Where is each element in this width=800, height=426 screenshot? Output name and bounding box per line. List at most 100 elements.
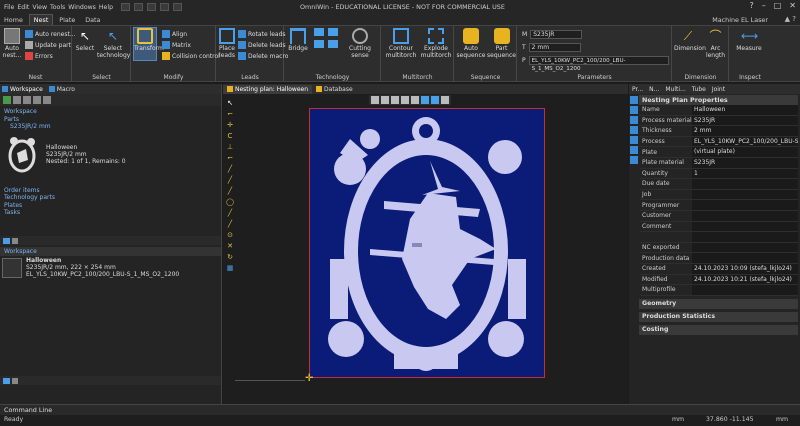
matrix-button[interactable]: Matrix: [162, 41, 191, 49]
zoom-fit-icon[interactable]: [381, 96, 389, 104]
grid-view-icon-2[interactable]: [3, 377, 10, 384]
property-value[interactable]: Halloween: [692, 105, 798, 115]
nesting-canvas[interactable]: [309, 108, 545, 378]
property-value[interactable]: 24.10.2023 10:09 (stefa_lkjlo24): [692, 263, 798, 274]
slash-icon-2[interactable]: ╱: [225, 219, 235, 229]
slash-icon[interactable]: ╱: [225, 208, 235, 218]
property-value[interactable]: [692, 179, 798, 189]
remove-icon[interactable]: [23, 96, 31, 104]
line-tool-icon-3[interactable]: ╱: [225, 186, 235, 196]
circle-icon[interactable]: ◯: [225, 197, 235, 207]
property-value[interactable]: EL_YLS_10KW_PC2_100/200_LBU-S_1_MS: [692, 136, 798, 147]
select-button[interactable]: ↖ Select: [75, 28, 95, 52]
auto-sequence-button[interactable]: Auto sequence: [456, 28, 486, 59]
refresh-icon[interactable]: [3, 96, 11, 104]
tab-tube[interactable]: Tube: [692, 86, 706, 93]
zoom-icon[interactable]: [371, 96, 379, 104]
minimize-icon[interactable]: –: [762, 1, 766, 10]
menu-file[interactable]: File: [4, 4, 14, 11]
grid-tool-icon[interactable]: ▦: [225, 263, 235, 273]
property-row[interactable]: Modified 24.10.2023 10:21 (stefa_lkjlo24): [639, 274, 798, 286]
property-row[interactable]: Plate (virtual plate): [639, 147, 798, 158]
corner-icon[interactable]: ⌐: [225, 153, 235, 163]
grid-view-icon[interactable]: [3, 237, 10, 244]
workspace-item[interactable]: Halloween S235JR/2 mm, 222 × 254 mm EL_Y…: [2, 257, 179, 278]
link-technology-parts[interactable]: Technology parts: [4, 194, 217, 202]
lead-icon[interactable]: ⌐: [225, 109, 235, 119]
explode-multitorch-button[interactable]: Explode multitorch: [419, 28, 453, 59]
open-icon[interactable]: [134, 3, 144, 11]
rotate-leads-button[interactable]: Rotate leads: [238, 30, 286, 38]
command-line[interactable]: Command Line: [0, 404, 800, 415]
tab-properties[interactable]: Pr...: [632, 86, 643, 93]
property-value[interactable]: 24.10.2023 10:21 (stefa_lkjlo24): [692, 274, 798, 285]
cutting-sense-button[interactable]: Cutting sense: [343, 28, 377, 59]
property-row[interactable]: Thickness 2 mm: [639, 126, 798, 137]
cross-icon[interactable]: ✕: [225, 241, 235, 251]
tab-nesting-plan[interactable]: Nesting plan: Halloween: [223, 84, 313, 94]
line-tool-icon-2[interactable]: ╱: [225, 175, 235, 185]
line-icon[interactable]: ╱: [225, 164, 235, 174]
contour-multitorch-button[interactable]: Contour multitorch: [384, 28, 418, 59]
property-row[interactable]: Plate material S235JR: [639, 157, 798, 169]
pan-icon[interactable]: [401, 96, 409, 104]
property-row[interactable]: Name Halloween: [639, 105, 798, 116]
menu-tools[interactable]: Tools: [50, 4, 65, 11]
arc-length-button[interactable]: ⌒ Arc length: [703, 28, 728, 59]
bridge-button[interactable]: Bridge: [287, 28, 309, 52]
property-row[interactable]: Process EL_YLS_10KW_PC2_100/200_LBU-S_1_M…: [639, 136, 798, 148]
menu-windows[interactable]: Windows: [68, 4, 96, 11]
plate-field[interactable]: EL_YLS_10KW_PC2_100/200_LBU-S_1_MS_O2_12…: [528, 56, 669, 72]
undo-icon[interactable]: [160, 3, 170, 11]
property-row[interactable]: Due date: [639, 179, 798, 190]
thickness-field[interactable]: 2 mm: [528, 43, 581, 52]
props-icon-5[interactable]: [630, 136, 638, 144]
part-sequence-button[interactable]: Part sequence: [487, 28, 516, 59]
tech-tool-2[interactable]: [327, 28, 339, 37]
property-value[interactable]: [692, 285, 798, 295]
bridge-tool-icon[interactable]: ⊥: [225, 142, 235, 152]
update-part-button[interactable]: Update part: [25, 41, 71, 49]
material-field[interactable]: S235JR: [530, 30, 583, 39]
property-value[interactable]: [692, 189, 798, 200]
measure-button[interactable]: ⟷ Measure: [732, 28, 766, 52]
node-icon[interactable]: ⊙: [225, 230, 235, 240]
property-value[interactable]: [692, 221, 798, 232]
property-row[interactable]: [639, 232, 798, 243]
menu-view[interactable]: View: [32, 4, 47, 11]
close-icon[interactable]: ✕: [789, 1, 796, 10]
dimension-button[interactable]: ⟋ Dimension: [674, 28, 706, 52]
tab-joint[interactable]: Joint: [712, 86, 725, 93]
property-value[interactable]: 2 mm: [692, 126, 798, 136]
list-view-icon-2[interactable]: [12, 377, 18, 384]
property-row[interactable]: Programmer: [639, 200, 798, 211]
help-icon[interactable]: ?: [749, 1, 753, 10]
tree-material[interactable]: S235JR/2 mm: [4, 123, 217, 131]
property-value[interactable]: [692, 232, 798, 242]
props-icon-7[interactable]: [630, 156, 638, 164]
delete-leads-button[interactable]: Delete leads: [238, 41, 286, 49]
property-value[interactable]: [692, 200, 798, 210]
property-row[interactable]: Created 24.10.2023 10:09 (stefa_lkjlo24): [639, 263, 798, 275]
auto-renest-button[interactable]: Auto renest...: [25, 30, 76, 38]
machine-selector[interactable]: Machine EL Laser: [712, 16, 768, 24]
tab-nest[interactable]: N...: [649, 86, 659, 93]
menu-help[interactable]: Help: [99, 4, 113, 11]
filter-icon[interactable]: [33, 96, 41, 104]
redo-icon[interactable]: [173, 3, 183, 11]
tech-tool-1[interactable]: [313, 28, 325, 37]
section-costing[interactable]: Costing: [639, 324, 798, 335]
tab-macro[interactable]: Macro: [48, 86, 75, 93]
props-icon-4[interactable]: [630, 126, 638, 134]
property-row[interactable]: Process material S235JR: [639, 115, 798, 127]
ribbon-options-icon[interactable]: ▲ ?: [785, 15, 796, 23]
new-icon[interactable]: [121, 3, 131, 11]
section-geometry[interactable]: Geometry: [639, 298, 798, 309]
property-value[interactable]: 1: [692, 168, 798, 179]
property-value[interactable]: [692, 253, 798, 263]
props-icon-6[interactable]: [630, 146, 638, 154]
link-tasks[interactable]: Tasks: [4, 209, 217, 217]
property-row[interactable]: Production data: [639, 253, 798, 264]
tab-plate[interactable]: Plate: [55, 15, 79, 25]
property-row[interactable]: Comment: [639, 221, 798, 233]
